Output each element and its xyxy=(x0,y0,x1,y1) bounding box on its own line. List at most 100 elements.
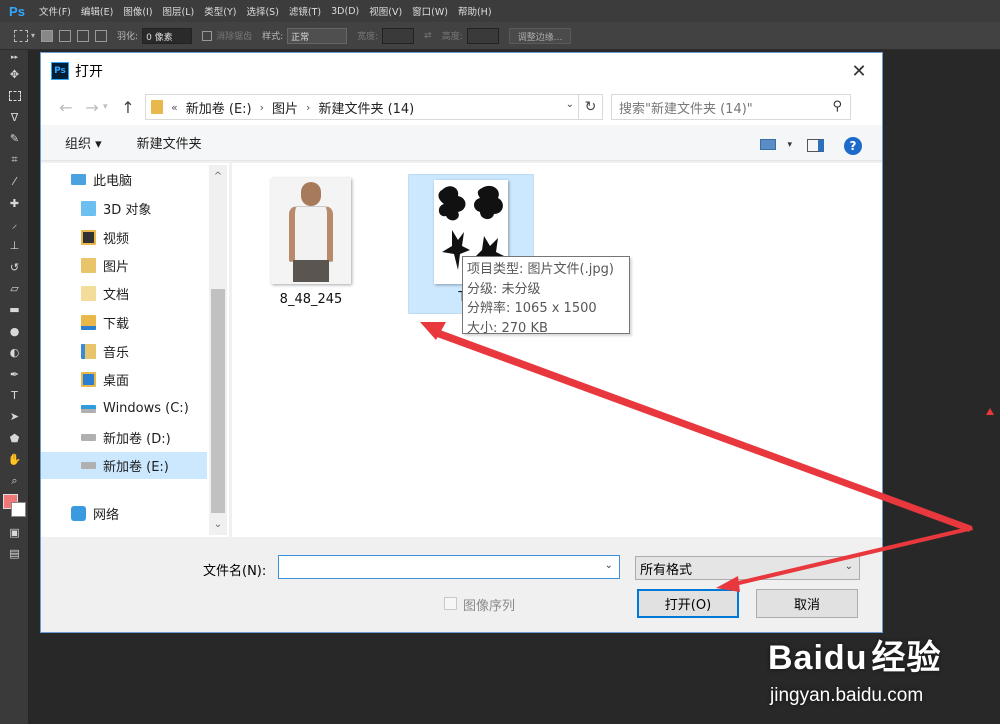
type-tool-icon[interactable]: T xyxy=(0,385,29,406)
eraser-tool-icon[interactable]: ▱ xyxy=(0,278,29,299)
drive-icon xyxy=(81,434,96,441)
screen-mode-icon[interactable]: ▤ xyxy=(0,543,29,564)
background-color-swatch[interactable] xyxy=(11,501,26,517)
windows-drive-icon xyxy=(81,404,96,413)
gradient-tool-icon[interactable]: ▬ xyxy=(0,299,29,320)
dodge-tool-icon[interactable]: ◐ xyxy=(0,342,29,363)
breadcrumb-overflow[interactable]: « xyxy=(171,101,178,114)
swap-icon[interactable]: ⇄ xyxy=(424,31,432,41)
style-select[interactable]: 正常 xyxy=(287,27,348,44)
filename-input[interactable]: ⌄ xyxy=(278,555,620,579)
shape-tool-icon[interactable]: ⬟ xyxy=(0,428,29,449)
crop-tool-icon[interactable]: ⌗ xyxy=(0,150,29,171)
zoom-tool-icon[interactable]: ⌕ xyxy=(0,470,29,491)
menu-window[interactable]: 窗口(W) xyxy=(407,4,453,18)
organize-menu-button[interactable]: 组织 ▾ xyxy=(65,133,102,152)
menu-view[interactable]: 视图(V) xyxy=(364,4,407,18)
menu-3d[interactable]: 3D(D) xyxy=(326,6,364,17)
breadcrumb-pictures[interactable]: 图片 xyxy=(272,98,298,117)
add-to-selection-icon[interactable] xyxy=(59,29,72,42)
image-sequence-checkbox[interactable] xyxy=(444,597,457,610)
format-value: 所有格式 xyxy=(640,562,693,578)
hand-tool-icon[interactable]: ✋ xyxy=(0,449,29,470)
lasso-tool-icon[interactable]: ᐁ xyxy=(0,107,29,128)
scroll-down-icon[interactable]: ⌄ xyxy=(209,515,227,533)
open-file-dialog: Ps 打开 ✕ ← → ▾ ↑ « 新加卷 (E:) › 图片 › 新建文件夹 … xyxy=(40,52,883,633)
history-brush-tool-icon[interactable]: ↺ xyxy=(0,257,29,278)
intersect-selection-icon[interactable] xyxy=(95,29,108,42)
search-input[interactable]: 搜索"新建文件夹 (14)" ⚲ xyxy=(611,94,851,120)
clone-stamp-tool-icon[interactable]: ⊥ xyxy=(0,235,29,256)
tooltip-size: 大小: 270 KB xyxy=(467,320,548,336)
help-icon[interactable]: ? xyxy=(844,137,862,155)
preview-pane-icon[interactable] xyxy=(807,139,824,155)
subtract-selection-icon[interactable] xyxy=(77,29,90,42)
scroll-thumb[interactable] xyxy=(211,289,225,513)
up-arrow-icon[interactable]: ↑ xyxy=(115,98,141,117)
search-icon[interactable]: ⚲ xyxy=(832,99,842,114)
refresh-icon[interactable]: ↻ xyxy=(578,95,602,119)
nav-label: Windows (C:) xyxy=(103,401,189,416)
nav-label: 新加卷 (D:) xyxy=(103,432,171,447)
drive-icon xyxy=(81,462,96,469)
panel-collapse-icon[interactable]: ▸▸ xyxy=(0,50,29,64)
breadcrumb-separator[interactable]: › xyxy=(306,101,310,114)
file-item[interactable]: 8_48_245 xyxy=(270,178,352,307)
image-thumbnail xyxy=(271,178,351,284)
options-bar: ▾ 羽化: 0 像素 消除锯齿 样式: 正常 宽度: ⇄ 高度: 调整边缘... xyxy=(0,22,1000,50)
menu-file[interactable]: 文件(F) xyxy=(34,4,76,18)
menu-image[interactable]: 图像(I) xyxy=(118,4,157,18)
breadcrumb-separator[interactable]: › xyxy=(260,101,264,114)
open-button[interactable]: 打开(O) xyxy=(637,589,739,618)
search-placeholder: 搜索"新建文件夹 (14)" xyxy=(619,101,753,117)
close-icon[interactable]: ✕ xyxy=(836,53,882,89)
breadcrumb-drive-e[interactable]: 新加卷 (E:) xyxy=(186,98,252,117)
height-input[interactable] xyxy=(466,27,499,44)
breadcrumb-new-folder[interactable]: 新建文件夹 (14) xyxy=(318,98,414,117)
view-options-icon[interactable] xyxy=(760,139,776,153)
menu-select[interactable]: 选择(S) xyxy=(241,4,283,18)
nav-scrollbar[interactable]: ^ ⌄ xyxy=(209,165,227,535)
menu-filter[interactable]: 滤镜(T) xyxy=(284,4,326,18)
path-select-tool-icon[interactable]: ➤ xyxy=(0,406,29,427)
back-arrow-icon[interactable]: ← xyxy=(51,98,81,117)
quick-select-tool-icon[interactable]: ✎ xyxy=(0,128,29,149)
blur-tool-icon[interactable]: ● xyxy=(0,321,29,342)
scroll-up-icon[interactable]: ^ xyxy=(209,167,227,185)
address-bar[interactable]: « 新加卷 (E:) › 图片 › 新建文件夹 (14) ⌄ ↻ xyxy=(145,94,603,120)
new-folder-button[interactable]: 新建文件夹 xyxy=(137,133,202,152)
move-tool-icon[interactable]: ✥ xyxy=(0,64,29,85)
forward-arrow-icon[interactable]: → xyxy=(81,98,103,117)
cancel-button[interactable]: 取消 xyxy=(756,589,858,618)
menu-edit[interactable]: 编辑(E) xyxy=(76,4,118,18)
marquee-tool-icon[interactable] xyxy=(14,29,28,42)
width-input[interactable] xyxy=(382,27,415,44)
file-format-select[interactable]: 所有格式 ⌄ xyxy=(635,556,860,580)
marquee-tool-icon[interactable] xyxy=(0,85,29,106)
menu-layer[interactable]: 图层(L) xyxy=(158,4,200,18)
format-dropdown-icon[interactable]: ⌄ xyxy=(845,561,853,572)
nav-label: 图片 xyxy=(103,260,130,275)
view-dropdown-icon[interactable]: ▾ xyxy=(787,140,792,150)
brush-tool-icon[interactable]: ⸝ xyxy=(0,214,29,235)
menu-help[interactable]: 帮助(H) xyxy=(453,4,497,18)
filename-dropdown-icon[interactable]: ⌄ xyxy=(605,560,613,571)
healing-brush-tool-icon[interactable]: ✚ xyxy=(0,192,29,213)
feather-input[interactable]: 0 像素 xyxy=(142,27,193,44)
recent-locations-icon[interactable]: ▾ xyxy=(103,102,115,112)
eyedropper-tool-icon[interactable]: ⁄ xyxy=(0,171,29,192)
nav-drive-e[interactable]: 新加卷 (E:) xyxy=(41,452,207,479)
refine-edge-button[interactable]: 调整边缘... xyxy=(508,27,572,44)
file-name: 8_48_245 xyxy=(279,292,343,307)
menu-type[interactable]: 类型(Y) xyxy=(199,4,241,18)
downloads-folder-icon xyxy=(81,315,96,330)
antialias-checkbox[interactable] xyxy=(202,30,213,41)
tooltip-type: 项目类型: 图片文件(.jpg) xyxy=(467,262,614,277)
color-swatches[interactable] xyxy=(0,492,29,522)
nav-label: 文档 xyxy=(103,288,130,303)
new-selection-icon[interactable] xyxy=(41,29,54,42)
address-dropdown-icon[interactable]: ⌄ xyxy=(566,99,574,110)
quick-mask-icon[interactable]: ▣ xyxy=(0,522,29,543)
pen-tool-icon[interactable]: ✒ xyxy=(0,363,29,384)
tool-preset-dropdown-icon[interactable]: ▾ xyxy=(31,31,35,40)
